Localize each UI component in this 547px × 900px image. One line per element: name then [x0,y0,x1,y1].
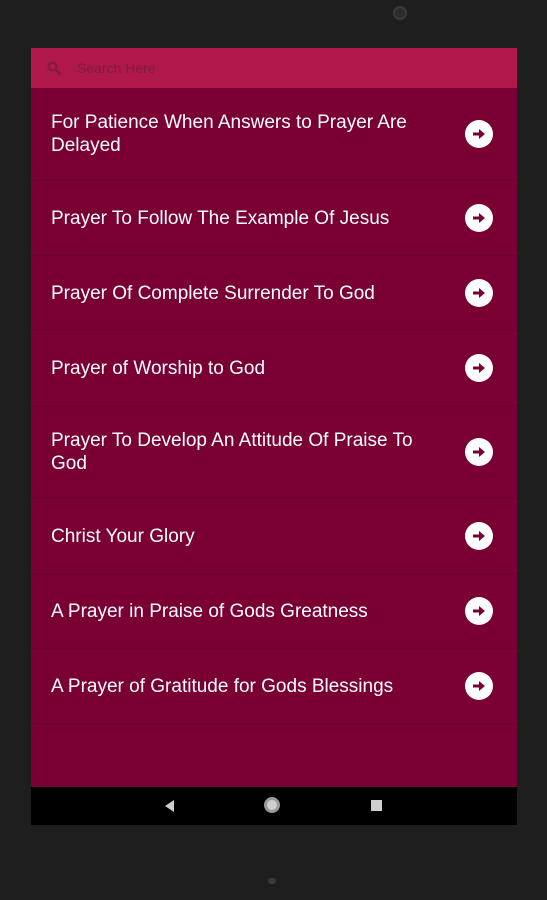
home-icon[interactable] [264,797,280,813]
search-input[interactable] [75,59,479,77]
search-icon [45,59,63,77]
front-camera-icon [393,6,407,20]
list-item-label: For Patience When Answers to Prayer Are … [51,112,407,156]
list-item-label: Christ Your Glory [51,525,195,547]
list-item[interactable]: A Prayer in Praise of Gods Greatness [31,574,517,649]
speaker-icon [268,878,276,884]
arrow-right-circle-icon[interactable] [465,354,493,382]
list-item[interactable]: Prayer To Develop An Attitude Of Praise … [31,406,517,499]
app-screen: For Patience When Answers to Prayer Are … [31,48,517,825]
recent-apps-icon[interactable] [371,800,382,811]
arrow-right-circle-icon[interactable] [465,204,493,232]
arrow-right-circle-icon[interactable] [465,120,493,148]
list-item[interactable]: Christ Your Glory [31,499,517,574]
list-item[interactable]: A Prayer of Gratitude for Gods Blessings [31,649,517,724]
list-item-label: Prayer Of Complete Surrender To God [51,282,375,304]
arrow-right-circle-icon[interactable] [465,672,493,700]
list-item-label: A Prayer in Praise of Gods Greatness [51,600,368,622]
prayer-list: For Patience When Answers to Prayer Are … [31,88,517,724]
search-bar [31,48,517,88]
list-item[interactable]: Prayer Of Complete Surrender To God [31,256,517,331]
system-navigation-bar [31,787,517,825]
arrow-right-circle-icon[interactable] [465,438,493,466]
list-item-label: Prayer To Follow The Example Of Jesus [51,207,390,229]
arrow-right-circle-icon[interactable] [465,279,493,307]
list-item[interactable]: Prayer To Follow The Example Of Jesus [31,181,517,256]
list-item-label: Prayer of Worship to God [51,357,266,379]
list-item[interactable]: Prayer of Worship to God [31,331,517,406]
back-icon[interactable] [165,800,174,812]
arrow-right-circle-icon[interactable] [465,522,493,550]
list-item[interactable]: For Patience When Answers to Prayer Are … [31,88,517,181]
list-item-label: Prayer To Develop An Attitude Of Praise … [51,430,413,474]
list-item-label: A Prayer of Gratitude for Gods Blessings [51,675,394,697]
arrow-right-circle-icon[interactable] [465,597,493,625]
